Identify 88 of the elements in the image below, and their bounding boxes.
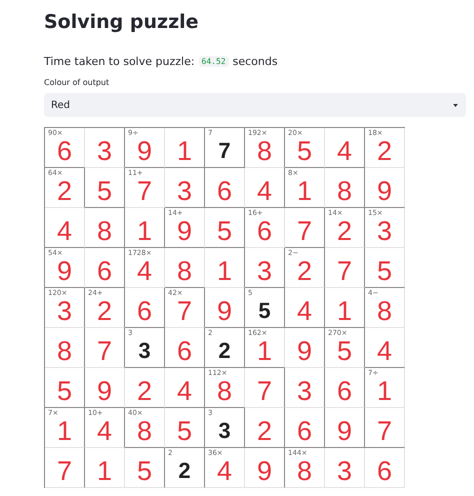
cell-digit: 3: [296, 375, 312, 407]
cell-digit: 1: [216, 255, 232, 287]
cell-digit: 8: [136, 416, 152, 447]
cell-digit: 8: [96, 215, 112, 247]
cell-digit: 9: [216, 295, 232, 327]
cell-digit: 5: [296, 136, 312, 167]
cell-digit: 2: [376, 136, 392, 167]
cell-digit: 4: [96, 416, 112, 447]
cell-digit: 1: [96, 455, 112, 487]
cell-digit: 1: [56, 415, 72, 447]
page-title: Solving puzzle: [44, 10, 200, 34]
cell-digit: 7: [336, 255, 352, 287]
time-unit: seconds: [232, 54, 278, 68]
cell-digit: 4: [376, 335, 392, 367]
cell-digit: 1: [376, 375, 392, 407]
cell-digit: 9: [256, 455, 272, 487]
time-label: Time taken to solve puzzle:: [44, 54, 195, 68]
cell-digit: 8: [376, 295, 392, 327]
cell-digit: 2: [136, 375, 152, 407]
cell-digit: 6: [216, 175, 232, 207]
cell-digit: 7: [296, 215, 312, 247]
cell-digit: 1: [336, 295, 352, 327]
cell-digit: 8: [336, 175, 352, 207]
cell-digit: 9: [376, 175, 392, 207]
cell-digit: 9: [176, 215, 192, 247]
cell-digit: 2: [178, 457, 191, 485]
cell-digit: 7: [136, 175, 152, 207]
caret-icon: [453, 104, 458, 106]
cell-digit: 1: [256, 336, 272, 367]
cell-digit: 4: [296, 295, 312, 327]
cell-digit: 8: [216, 375, 232, 407]
cell-digit: 5: [96, 175, 112, 207]
cell-digit: 4: [56, 215, 72, 247]
select-label: Colour of output: [44, 78, 110, 89]
cell-digit: 8: [176, 255, 192, 287]
cell-digit: 3: [138, 337, 151, 365]
cell-digit: 5: [176, 415, 192, 447]
cell-digit: 6: [136, 295, 152, 327]
cell-digit: 5: [216, 215, 232, 247]
cell-digit: 3: [218, 417, 231, 445]
cell-digit: 2: [296, 255, 312, 287]
cell-digit: 4: [136, 256, 152, 287]
cell-digit: 7: [256, 375, 272, 407]
cell-digit: 1: [136, 215, 152, 247]
cell-digit: 5: [136, 455, 152, 487]
cell-digit: 5: [258, 297, 271, 325]
cell-digit: 9: [56, 256, 72, 287]
cell-digit: 9: [336, 415, 352, 447]
cell-digit: 4: [216, 456, 232, 487]
cell-digit: 6: [96, 255, 112, 287]
cell-digit: 2: [256, 415, 272, 447]
cell-digit: 2: [96, 295, 112, 327]
cell-digit: 8: [296, 455, 312, 487]
cell-digit: 7: [176, 295, 192, 327]
cell-digit: 7: [96, 335, 112, 367]
cell-digit: 6: [56, 136, 72, 167]
cell-digit: 5: [336, 335, 352, 367]
cell-digit: 6: [176, 335, 192, 367]
cell-digit: 1: [296, 176, 312, 207]
cell-digit: 3: [56, 295, 72, 327]
cell-digit: 3: [256, 255, 272, 287]
cell-digit: 6: [256, 216, 272, 247]
cell-digit: 6: [376, 455, 392, 487]
cell-digit: 9: [136, 136, 152, 167]
cell-digit: 3: [376, 216, 392, 247]
cell-digit: 2: [56, 176, 72, 207]
cell-digit: 8: [56, 335, 72, 367]
cell-digit: 9: [296, 335, 312, 367]
cell-digit: 5: [376, 255, 392, 287]
cell-digit: 9: [96, 375, 112, 407]
cell-digit: 7: [376, 415, 392, 447]
time-value: 64.52: [198, 56, 229, 66]
cell-digit: 3: [96, 135, 112, 167]
colour-select[interactable]: Red: [44, 93, 466, 117]
cell-digit: 4: [336, 135, 352, 167]
cell-digit: 7: [56, 455, 72, 487]
cell-digit: 1: [176, 135, 192, 167]
cell-digit: 4: [256, 175, 272, 207]
cell-digit: 3: [176, 175, 192, 207]
cell-digit: 8: [256, 136, 272, 167]
cell-digit: 6: [336, 375, 352, 407]
cell-digit: 4: [176, 375, 192, 407]
cell-digit: 6: [296, 415, 312, 447]
cell-digit: 7: [218, 137, 231, 165]
cell-digit: 5: [56, 375, 72, 407]
cell-digit: 2: [336, 215, 352, 247]
cell-digit: 2: [218, 337, 231, 365]
cell-digit: 3: [336, 455, 352, 487]
